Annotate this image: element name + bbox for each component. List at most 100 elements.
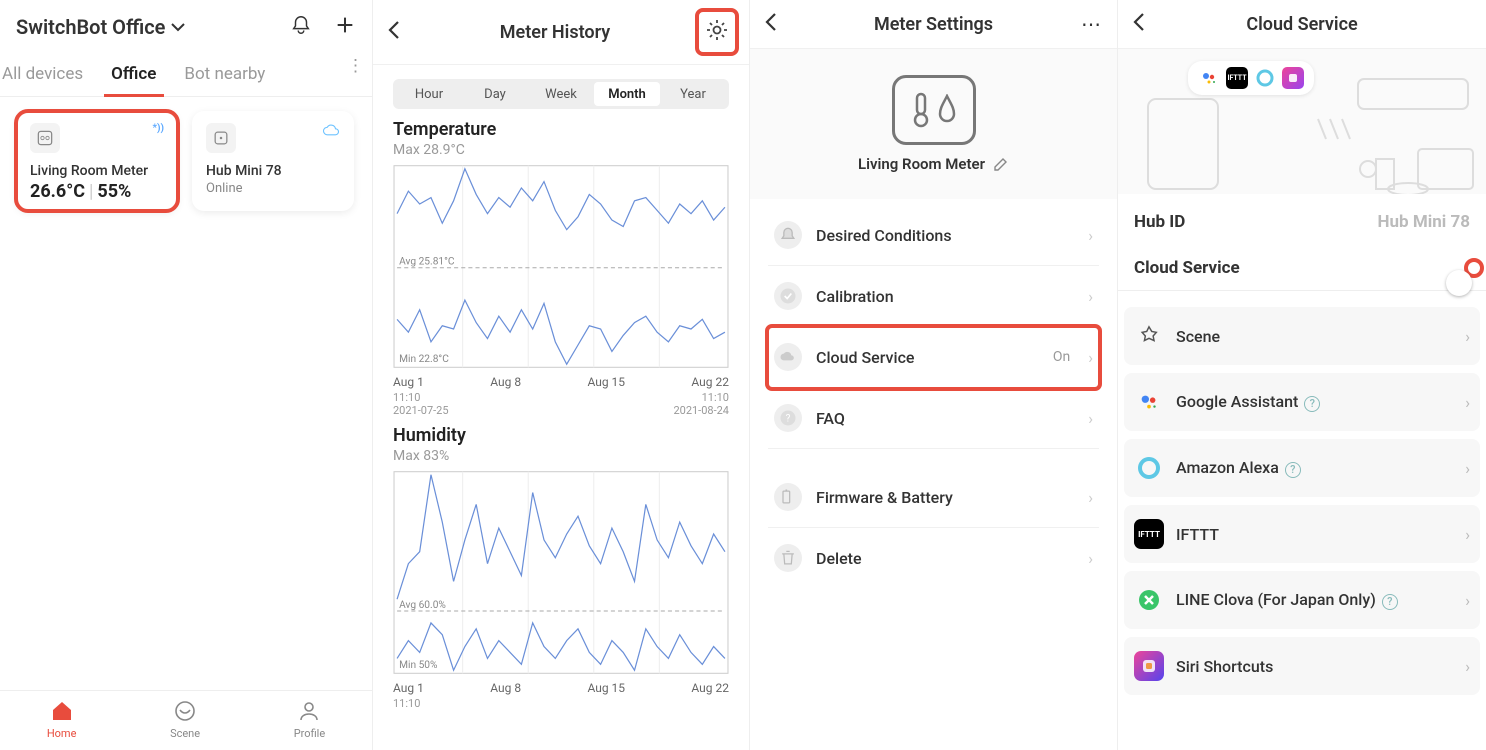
tab-office[interactable]: Office xyxy=(111,56,156,96)
back-button[interactable] xyxy=(1132,12,1156,36)
chevron-right-icon: › xyxy=(1465,393,1470,412)
integration-label: Google Assistant? xyxy=(1176,392,1453,412)
bluetooth-icon: *)) xyxy=(152,123,164,134)
room-tabs: All devices Office Bot nearby ⋮ xyxy=(0,46,372,97)
trash-icon xyxy=(774,544,802,572)
integration-amazon-alexa[interactable]: Amazon Alexa? › xyxy=(1124,439,1480,497)
page-title: Cloud Service xyxy=(1156,14,1448,35)
integration-line-clova-for-japan-only-[interactable]: LINE Clova (For Japan Only)? › xyxy=(1124,571,1480,629)
device-status: Online xyxy=(206,181,340,196)
seg-week[interactable]: Week xyxy=(528,82,594,106)
chevron-right-icon: › xyxy=(1088,549,1093,568)
help-icon: ? xyxy=(1382,594,1398,610)
seg-year[interactable]: Year xyxy=(660,82,726,106)
svg-text:Avg 25.81°C: Avg 25.81°C xyxy=(399,257,455,268)
meter-history-panel: Meter History Hour Day Week Month Year T… xyxy=(373,0,750,750)
settings-list: Desired Conditions › Calibration › Cloud… xyxy=(750,199,1117,594)
device-hero: Living Room Meter xyxy=(750,49,1117,199)
more-icon[interactable]: ⋮ xyxy=(347,56,364,76)
integration-label: Siri Shortcuts xyxy=(1176,657,1453,676)
back-button[interactable] xyxy=(764,12,788,36)
siri-icon xyxy=(1134,651,1164,681)
integration-siri-shortcuts[interactable]: Siri Shortcuts › xyxy=(1124,637,1480,695)
chart-time-range: 11:102021-07-25 11:102021-08-24 xyxy=(393,391,729,417)
plus-icon[interactable] xyxy=(334,14,356,40)
home-icon xyxy=(50,699,74,723)
tab-bot-nearby[interactable]: Bot nearby xyxy=(184,56,265,96)
cloud-icon xyxy=(774,343,802,371)
device-name-row[interactable]: Living Room Meter xyxy=(858,155,1009,173)
settings-row-firmware-battery[interactable]: Firmware & Battery › xyxy=(768,467,1099,528)
chevron-right-icon: › xyxy=(1465,459,1470,478)
bell-icon xyxy=(774,221,802,249)
settings-label: Cloud Service xyxy=(816,348,1039,367)
nav-scene[interactable]: Scene xyxy=(170,699,200,740)
settings-label: Firmware & Battery xyxy=(816,488,1074,507)
integration-label: Scene xyxy=(1176,327,1453,346)
chart-x-axis: Aug 1Aug 8Aug 15Aug 22 xyxy=(393,373,729,391)
integration-google-assistant[interactable]: Google Assistant? › xyxy=(1124,373,1480,431)
seg-month[interactable]: Month xyxy=(594,82,660,106)
bell-icon[interactable] xyxy=(290,14,312,40)
chart-svg: Avg 25.81°CMin 22.8°C xyxy=(393,164,729,369)
device-card-hub[interactable]: Hub Mini 78 Online xyxy=(192,111,354,211)
settings-value: On xyxy=(1053,349,1070,365)
scene-icon xyxy=(173,699,197,723)
profile-icon xyxy=(297,699,321,723)
settings-row-faq[interactable]: ? FAQ › xyxy=(768,388,1099,449)
chart-time-range: 11:10 xyxy=(393,697,729,710)
device-name: Hub Mini 78 xyxy=(206,163,340,179)
siri-badge-icon xyxy=(1282,67,1304,89)
nav-profile[interactable]: Profile xyxy=(294,699,325,740)
tab-all-devices[interactable]: All devices xyxy=(0,56,83,96)
cloud-service-panel: Cloud Service IFTTT Hub ID Hub xyxy=(1118,0,1486,750)
chevron-down-icon xyxy=(171,22,185,32)
chevron-right-icon: › xyxy=(1088,287,1093,306)
integration-ifttt[interactable]: IFTTT IFTTT › xyxy=(1124,505,1480,563)
settings-button[interactable] xyxy=(699,12,735,52)
seg-day[interactable]: Day xyxy=(462,82,528,106)
location-name: SwitchBot Office xyxy=(16,15,165,39)
settings-label: FAQ xyxy=(816,409,1074,428)
location-selector[interactable]: SwitchBot Office xyxy=(16,15,185,39)
settings-label: Calibration xyxy=(816,287,1074,306)
alexa-badge-icon xyxy=(1254,67,1276,89)
cloud-service-toggle-row: Cloud Service xyxy=(1118,250,1486,291)
settings-row-calibration[interactable]: Calibration › xyxy=(768,266,1099,327)
chevron-right-icon: › xyxy=(1465,591,1470,610)
chart-title: Temperature xyxy=(393,119,729,140)
meter-hero-icon xyxy=(892,75,976,145)
assistant-badges: IFTTT xyxy=(1188,61,1314,95)
device-stats: 26.6°C|55% xyxy=(30,181,164,202)
settings-header: Meter Settings ⋯ xyxy=(750,0,1117,49)
chevron-right-icon: › xyxy=(1088,488,1093,507)
history-header: Meter History xyxy=(373,0,749,65)
ifttt-badge-icon: IFTTT xyxy=(1226,67,1248,89)
bottom-nav: Home Scene Profile xyxy=(0,690,372,750)
seg-hour[interactable]: Hour xyxy=(396,82,462,106)
settings-row-cloud-service[interactable]: Cloud Service On › xyxy=(768,327,1099,388)
clova-icon xyxy=(1134,585,1164,615)
hub-id-label: Hub ID xyxy=(1134,212,1185,232)
device-name: Living Room Meter xyxy=(858,155,985,173)
chart-x-axis: Aug 1Aug 8Aug 15Aug 22 xyxy=(393,679,729,697)
page-title: Meter History xyxy=(411,22,699,43)
battery-icon xyxy=(774,483,802,511)
device-card-meter[interactable]: *)) Living Room Meter 26.6°C|55% xyxy=(16,111,178,211)
gear-icon xyxy=(705,18,729,42)
humidity-chart: Humidity Max 83% Avg 60.0%Min 50% Aug 1A… xyxy=(393,425,729,710)
settings-row-desired-conditions[interactable]: Desired Conditions › xyxy=(768,205,1099,266)
chevron-right-icon: › xyxy=(1465,327,1470,346)
hub-id-row: Hub ID Hub Mini 78 xyxy=(1118,194,1486,250)
meter-icon xyxy=(30,123,60,153)
chevron-right-icon: › xyxy=(1465,525,1470,544)
integrations-list: Scene › Google Assistant? › Amazon Alexa… xyxy=(1118,291,1486,711)
nav-home[interactable]: Home xyxy=(47,699,77,740)
svg-text:?: ? xyxy=(786,413,791,424)
back-button[interactable] xyxy=(387,20,411,44)
more-button[interactable]: ⋯ xyxy=(1079,12,1103,36)
integration-scene[interactable]: Scene › xyxy=(1124,307,1480,365)
help-icon: ? xyxy=(1285,462,1301,478)
settings-row-delete[interactable]: Delete › xyxy=(768,528,1099,588)
device-name: Living Room Meter xyxy=(30,163,164,179)
